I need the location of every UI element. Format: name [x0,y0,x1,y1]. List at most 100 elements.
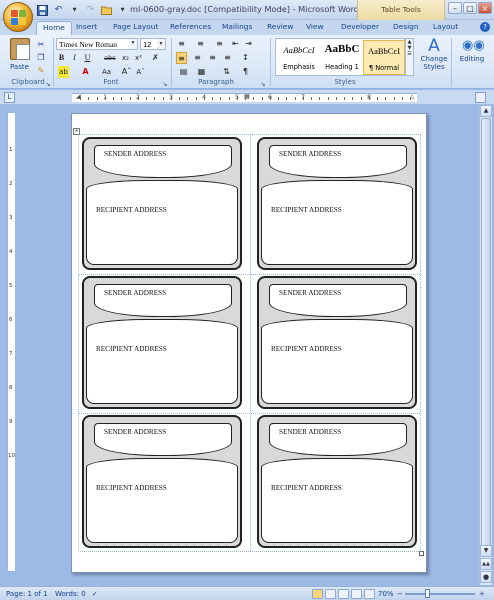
open-folder-icon[interactable] [100,4,113,17]
increase-indent-icon[interactable]: ⇥ [243,38,254,50]
subscript-icon[interactable]: x₂ [120,52,131,64]
align-right-icon[interactable]: ≡ [207,52,218,64]
zoom-slider[interactable] [405,589,475,598]
cut-icon[interactable]: ✂ [36,39,46,49]
vertical-scrollbar[interactable]: ▲ ▼ ▲▲ ● [479,105,492,585]
tab-layout[interactable]: Layout [433,22,458,35]
proofing-icon[interactable]: ✓ [92,590,98,598]
horizontal-ruler[interactable]: ◢ 1 2 3 4 5 6 7 8 ▦ △ [72,93,417,102]
paste-button-label[interactable]: Paste [10,63,29,71]
maximize-icon[interactable]: □ [463,2,477,14]
grow-font-icon[interactable]: Aˆ [121,66,132,78]
numbering-icon[interactable]: ≡ [195,38,206,50]
editing-button[interactable]: ◉◉ Editing [453,37,491,63]
close-icon[interactable]: × [478,2,492,14]
tab-page-layout[interactable]: Page Layout [113,22,158,35]
font-size-field[interactable]: 12 ▼ [140,38,166,50]
dialog-launcher-icon[interactable]: ↘ [160,79,170,89]
tab-review[interactable]: Review [267,22,293,35]
previous-page-icon[interactable]: ▲▲ [480,558,492,570]
undo-icon[interactable]: ↶ [52,4,65,17]
bold-icon[interactable]: B [56,52,67,64]
vertical-ruler[interactable]: 1 2 3 4 5 6 7 8 9 10 [7,113,15,571]
dialog-launcher-icon[interactable]: ↘ [43,79,53,89]
recipient-address-box[interactable]: RECIPIENT ADDRESS [86,458,238,543]
chevron-down-icon[interactable]: ▼ [157,39,165,49]
chevron-down-icon[interactable]: ▼ [129,39,137,49]
bullets-icon[interactable]: ≡ [176,38,187,50]
decrease-indent-icon[interactable]: ⇤ [230,38,241,50]
tab-home[interactable]: Home [36,21,72,35]
dialog-launcher-icon[interactable]: ↘ [258,79,268,89]
font-name-field[interactable]: Times New Roman ▼ [56,38,138,50]
save-icon[interactable] [36,4,49,17]
recipient-address-box[interactable]: RECIPIENT ADDRESS [261,180,413,265]
copy-icon[interactable]: ❐ [36,52,46,62]
italic-icon[interactable]: I [69,52,80,64]
sender-address-box[interactable]: SENDER ADDRESS [94,284,232,317]
underline-icon[interactable]: U [82,52,93,64]
tab-selector-icon[interactable]: L [4,92,15,103]
zoom-out-icon[interactable]: − [397,590,403,598]
select-browse-object-icon[interactable]: ● [480,571,492,583]
zoom-in-icon[interactable]: + [479,590,485,598]
line-spacing-icon[interactable]: ↕ [240,52,251,64]
recipient-address-box[interactable]: RECIPIENT ADDRESS [261,458,413,543]
sender-address-box[interactable]: SENDER ADDRESS [94,423,232,456]
format-painter-icon[interactable]: ✎ [36,65,46,75]
recipient-address-box[interactable]: RECIPIENT ADDRESS [261,319,413,404]
sender-address-box[interactable]: SENDER ADDRESS [269,423,407,456]
print-layout-view-icon[interactable] [312,589,323,599]
zoom-level[interactable]: 70% [378,590,394,598]
customize-toolbar-icon[interactable]: ▼ [116,4,129,17]
superscript-icon[interactable]: x² [133,52,144,64]
sender-address-box[interactable]: SENDER ADDRESS [269,284,407,317]
align-center-icon[interactable]: ≡ [192,52,203,64]
shrink-font-icon[interactable]: Aˇ [135,66,146,78]
tab-view[interactable]: View [306,22,324,35]
sender-address-box[interactable]: SENDER ADDRESS [94,145,232,178]
office-button[interactable] [3,2,33,32]
help-icon[interactable]: ? [480,22,490,32]
font-color-icon[interactable]: A [80,66,91,78]
multilevel-list-icon[interactable]: ≡ [214,38,225,50]
scroll-down-icon[interactable]: ▼ [480,545,492,557]
minimize-icon[interactable]: – [448,2,462,14]
tab-references[interactable]: References [170,22,211,35]
highlight-icon[interactable]: ab [58,66,69,78]
style-normal[interactable]: AaBbCcI ¶ Normal [363,40,405,75]
word-count-status[interactable]: Words: 0 [55,590,86,598]
change-case-icon[interactable]: Aa [101,66,112,78]
scrollbar-thumb[interactable] [481,118,491,554]
draft-view-icon[interactable] [364,589,375,599]
clear-formatting-icon[interactable]: ✗ [150,52,161,64]
outline-view-icon[interactable] [351,589,362,599]
tab-design[interactable]: Design [393,22,419,35]
document-page[interactable]: + SENDER ADDRESS RECIPIENT ADDRESS SENDE… [71,113,427,573]
borders-icon[interactable]: ▦ [196,66,207,78]
shading-icon[interactable]: ▤ [178,66,189,78]
show-formatting-icon[interactable]: ¶ [240,66,251,78]
sender-address-box[interactable]: SENDER ADDRESS [269,145,407,178]
tab-mailings[interactable]: Mailings [222,22,252,35]
zoom-slider-knob[interactable] [425,589,431,598]
chevron-down-icon[interactable]: ▼ [68,4,81,17]
recipient-address-box[interactable]: RECIPIENT ADDRESS [86,319,238,404]
sort-icon[interactable]: ⇅ [221,66,232,78]
web-layout-view-icon[interactable] [338,589,349,599]
redo-icon[interactable]: ↷ [84,4,97,17]
style-emphasis[interactable]: AaBbCcI Emphasis [278,40,320,75]
page-count-status[interactable]: Page: 1 of 1 [6,590,48,598]
tab-insert[interactable]: Insert [76,22,97,35]
full-screen-reading-view-icon[interactable] [325,589,336,599]
align-left-icon[interactable]: ≡ [176,52,187,64]
styles-gallery-scroll[interactable]: ▲ ▼ ☰ [405,38,414,76]
justify-icon[interactable]: ≡ [222,52,233,64]
tab-developer[interactable]: Developer [341,22,379,35]
style-heading-1[interactable]: AaBbC Heading 1 [321,40,363,75]
paste-icon[interactable] [10,38,30,60]
table-resize-handle[interactable] [419,551,424,556]
scroll-up-icon[interactable]: ▲ [480,105,492,117]
view-ruler-icon[interactable] [475,92,486,103]
strikethrough-icon[interactable]: abc [104,52,116,64]
